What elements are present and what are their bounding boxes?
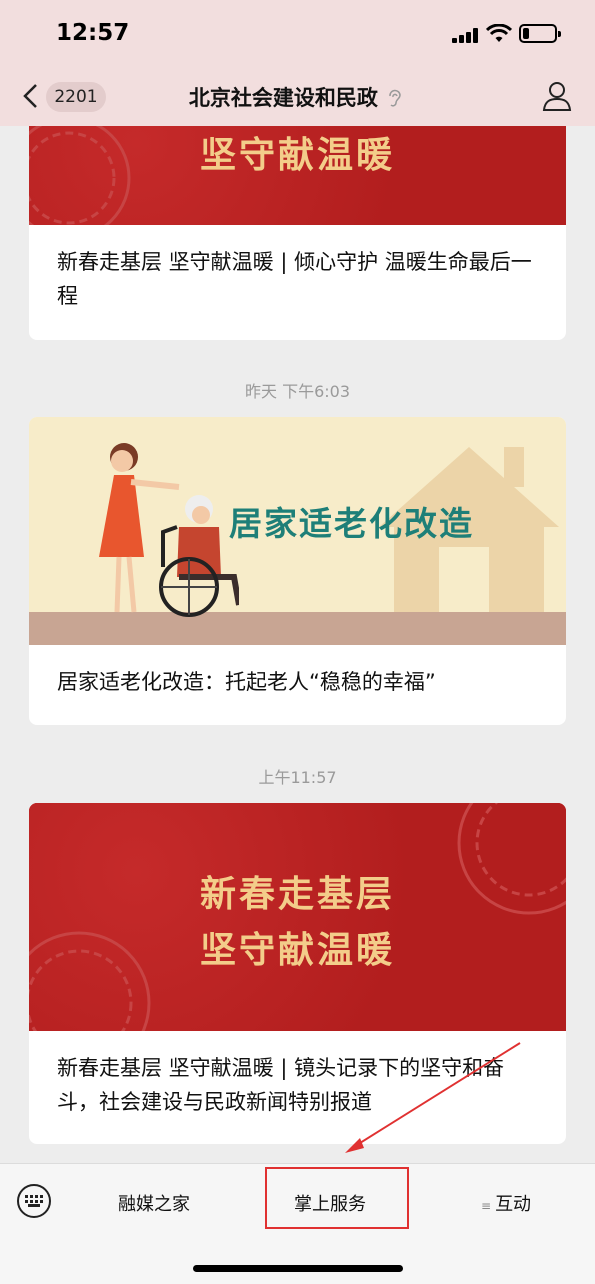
home-indicator bbox=[193, 1265, 403, 1272]
banner-line1: 新春走基层 bbox=[199, 874, 395, 915]
article-card[interactable]: 坚守献温暖 新春走基层 坚守献温暖 | 倾心守护 温暖生命最后一程 bbox=[29, 108, 566, 340]
article-title: 新春走基层 坚守献温暖 | 倾心守护 温暖生命最后一程 bbox=[57, 250, 532, 308]
time-label: 上午11:57 bbox=[258, 768, 337, 787]
elderly-care-illustration bbox=[99, 443, 239, 617]
menu-item-interaction-label: 互动 bbox=[495, 1194, 532, 1215]
keyboard-icon[interactable] bbox=[17, 1184, 51, 1218]
person-icon[interactable] bbox=[542, 80, 572, 112]
article-card[interactable]: 新春走基层 坚守献温暖 新春走基层 坚守献温暖 | 镜头记录下的坚守和奋斗，社会… bbox=[29, 803, 566, 1144]
article-card[interactable]: 居家适老化改造 居家适老化改造：托起老人“稳稳的幸福” bbox=[29, 417, 566, 725]
battery-icon bbox=[519, 24, 561, 43]
menu-item-media-home[interactable]: 融媒之家 bbox=[118, 1190, 190, 1216]
status-time: 12:57 bbox=[56, 20, 130, 46]
menu-item-interaction[interactable]: ≡ 互动 bbox=[481, 1190, 531, 1216]
nav-bar: 2201 北京社会建设和民政 bbox=[0, 70, 595, 126]
banner-text: 居家适老化改造 bbox=[229, 504, 474, 543]
signal-icon bbox=[452, 27, 480, 43]
page-title: 北京社会建设和民政 bbox=[150, 82, 440, 112]
banner-line2: 坚守献温暖 bbox=[199, 930, 395, 971]
article-title: 新春走基层 坚守献温暖 | 镜头记录下的坚守和奋斗，社会建设与民政新闻特别报道 bbox=[57, 1056, 505, 1114]
article-title: 居家适老化改造：托起老人“稳稳的幸福” bbox=[57, 670, 436, 694]
page-title-text: 北京社会建设和民政 bbox=[188, 86, 378, 110]
chevron-left-icon[interactable] bbox=[20, 82, 42, 110]
bottom-menu: 融媒之家 掌上服务 ≡ 互动 bbox=[0, 1163, 595, 1284]
unread-badge[interactable]: 2201 bbox=[46, 82, 106, 112]
banner-text: 坚守献温暖 bbox=[199, 135, 395, 176]
status-bar: 12:57 bbox=[0, 0, 595, 70]
menu-item-services[interactable]: 掌上服务 bbox=[294, 1190, 366, 1216]
menu-lines-icon: ≡ bbox=[481, 1199, 492, 1213]
article-banner: 居家适老化改造 bbox=[29, 417, 566, 645]
wifi-icon bbox=[486, 24, 512, 42]
top-bar: 12:57 2201 北京社会建设和民政 bbox=[0, 0, 595, 126]
article-banner: 新春走基层 坚守献温暖 bbox=[29, 803, 566, 1031]
time-label: 昨天 下午6:03 bbox=[244, 382, 351, 401]
ear-icon bbox=[389, 89, 401, 107]
